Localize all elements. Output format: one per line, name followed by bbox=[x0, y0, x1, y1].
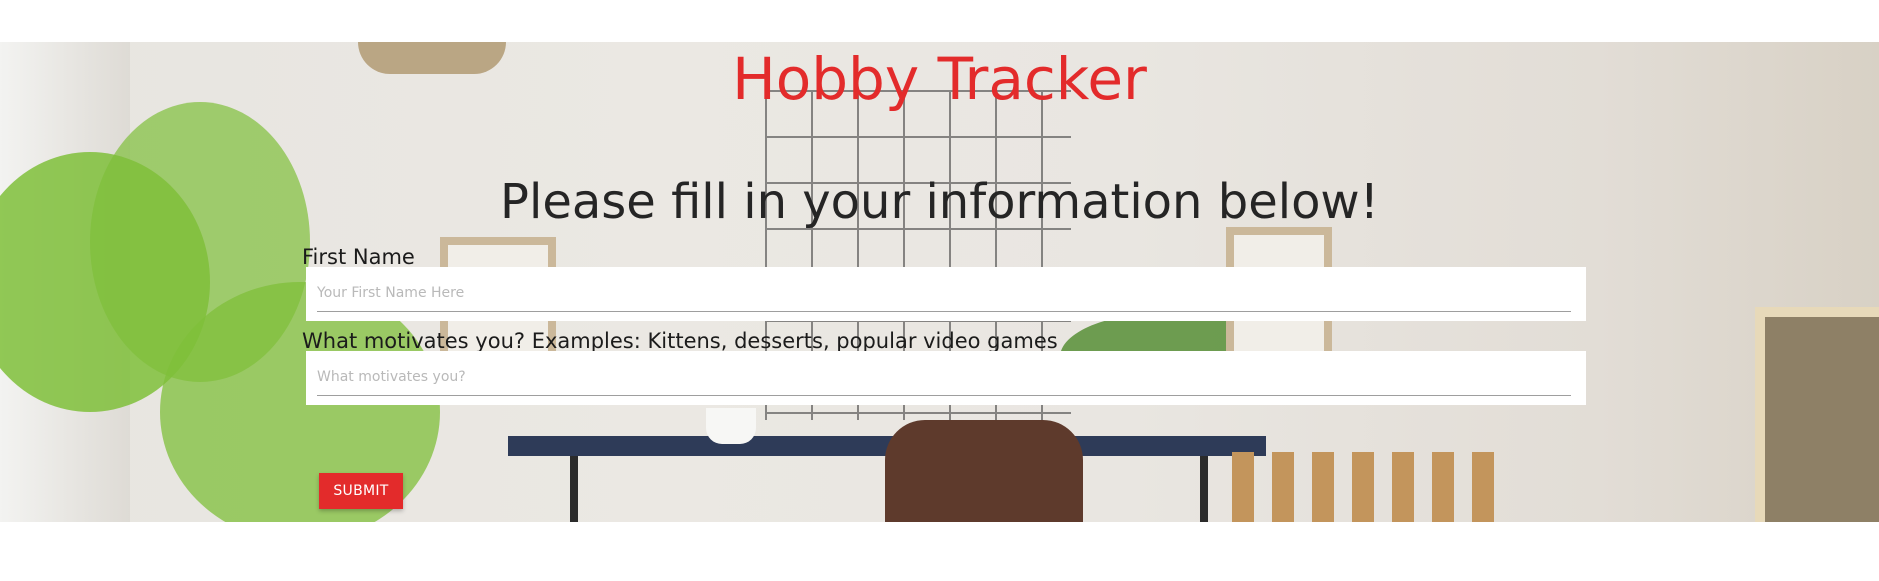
submit-button[interactable]: SUBMIT bbox=[319, 473, 403, 509]
cup-decor bbox=[706, 408, 756, 444]
chair-decor bbox=[885, 420, 1083, 522]
desk-leg-decor bbox=[570, 456, 578, 522]
paper-rolls-decor bbox=[1232, 452, 1502, 522]
motivation-field-container bbox=[306, 351, 1586, 405]
canvas-board-decor bbox=[1755, 307, 1879, 522]
first-name-field-container bbox=[306, 267, 1586, 321]
first-name-input[interactable] bbox=[317, 275, 1571, 312]
page-title: Hobby Tracker bbox=[732, 45, 1147, 113]
desk-leg-decor bbox=[1200, 456, 1208, 522]
motivation-input[interactable] bbox=[317, 359, 1571, 396]
form-heading: Please fill in your information below! bbox=[500, 174, 1379, 230]
